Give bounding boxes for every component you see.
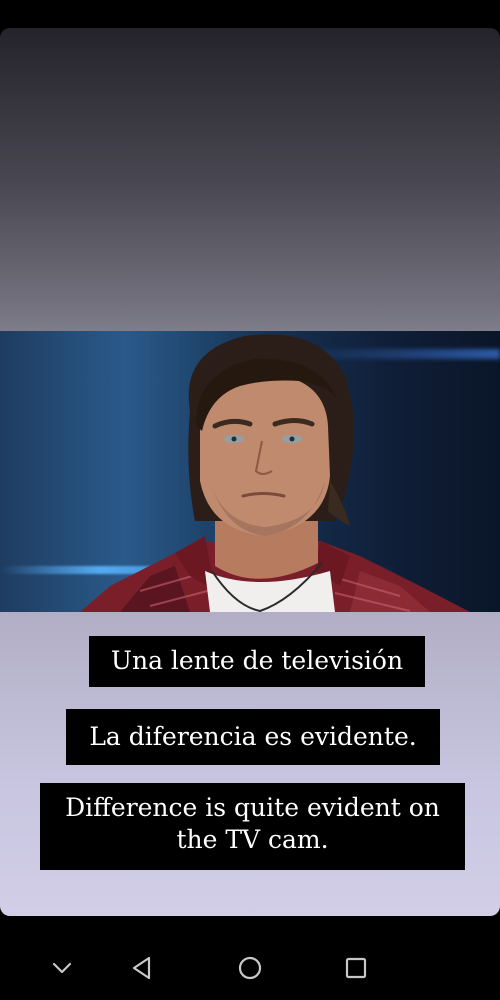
caption-line-2: La diferencia es evidente.: [66, 709, 440, 765]
chevron-down-icon[interactable]: [48, 954, 76, 982]
back-triangle-icon[interactable]: [129, 954, 157, 982]
caption-line-3: Difference is quite evident on the TV ca…: [40, 783, 465, 870]
recents-square-icon[interactable]: [342, 954, 370, 982]
story-card[interactable]: Una lente de televisión La diferencia es…: [0, 28, 500, 916]
man-portrait-illustration: [80, 334, 470, 612]
story-photo: [0, 331, 500, 612]
phone-screen: Una lente de televisión La diferencia es…: [0, 0, 500, 1000]
home-circle-icon[interactable]: [236, 954, 264, 982]
caption-line-1: Una lente de televisión: [89, 636, 425, 687]
system-navigation-bar: [0, 916, 500, 1000]
